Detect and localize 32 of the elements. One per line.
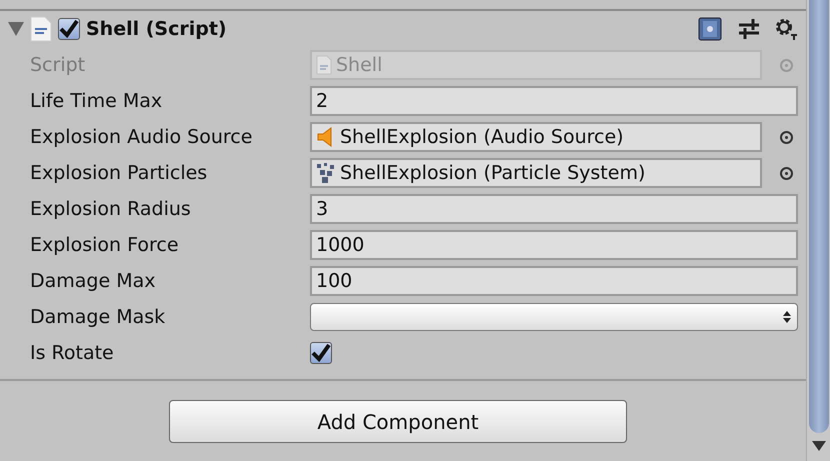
field-label: Explosion Force <box>30 232 180 258</box>
field-label: Damage Mask <box>30 304 166 330</box>
mask-dropdown[interactable] <box>310 303 798 331</box>
sliders-icon[interactable] <box>738 18 760 40</box>
field-label: Is Rotate <box>30 340 115 366</box>
scrollbar-thumb[interactable] <box>808 0 828 433</box>
field-label: Script <box>30 52 86 78</box>
object-picker-icon[interactable] <box>780 166 793 180</box>
field-label: Damage Max <box>30 268 156 294</box>
script-file-icon <box>316 55 332 75</box>
object-field: Shell <box>310 50 762 80</box>
object-field[interactable]: ShellExplosion (Particle System) <box>310 158 762 188</box>
input-field[interactable]: 1000 <box>310 230 798 260</box>
field-label: Explosion Radius <box>30 196 192 222</box>
scroll-down-icon[interactable] <box>812 441 826 451</box>
field-label: Life Time Max <box>30 88 164 114</box>
field-label: Explosion Particles <box>30 160 208 186</box>
object-picker-icon[interactable] <box>780 130 793 144</box>
script-file-icon <box>30 16 52 42</box>
add-component-button[interactable]: Add Component <box>169 400 627 443</box>
particles-icon <box>316 162 336 184</box>
component-title: Shell (Script) <box>86 16 227 42</box>
input-field[interactable]: 3 <box>310 194 798 224</box>
object-field[interactable]: ShellExplosion (Audio Source) <box>310 122 762 152</box>
input-field[interactable]: 2 <box>310 86 798 116</box>
settings-icon[interactable] <box>774 17 798 41</box>
checkbox[interactable] <box>310 342 332 364</box>
field-label: Explosion Audio Source <box>30 124 254 150</box>
object-picker-icon <box>780 58 793 72</box>
input-field[interactable]: 100 <box>310 266 798 296</box>
enable-checkbox[interactable] <box>58 18 80 40</box>
updown-arrows-icon <box>783 311 791 323</box>
